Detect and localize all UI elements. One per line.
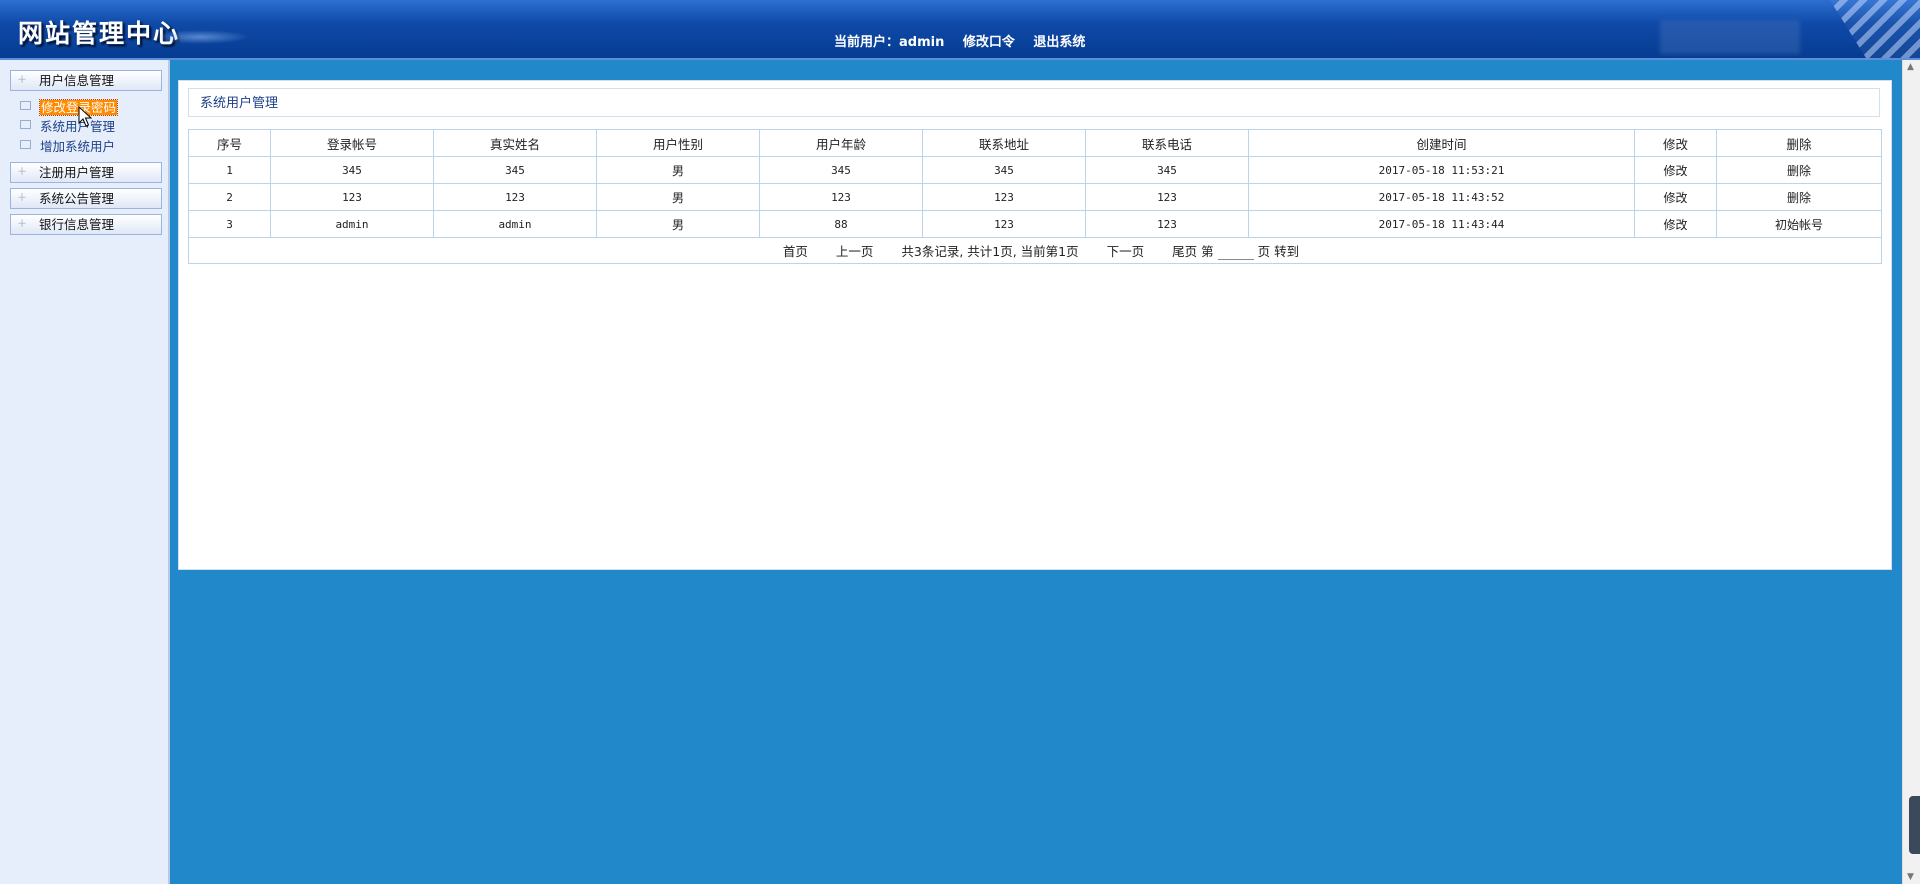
menu-group-label: 用户信息管理 (39, 73, 115, 88)
column-header: 用户性别 (596, 129, 760, 157)
sidebar-item-label: 增加系统用户 (40, 139, 116, 154)
column-header: 修改 (1634, 129, 1717, 157)
table-row: 1 345 345 男 345 345 345 2017-05-18 11:53… (188, 156, 1882, 184)
cell-phone: 345 (1085, 156, 1249, 184)
cell-phone: 123 (1085, 210, 1249, 238)
mouse-cursor-icon (78, 106, 92, 127)
scroll-down-arrow-icon[interactable]: ▼ (1907, 872, 1914, 882)
cell-no: 1 (188, 156, 271, 184)
pager: 首页 上一页 共3条记录, 共计1页, 当前第1页 下一页 尾页 第 页 转到 (188, 237, 1882, 264)
logo-swoosh (150, 30, 250, 44)
sidebar: ＋ 用户信息管理 修改登录密码 系统用户管理 增加系统用户 ＋ 注册用户管理 ＋… (0, 60, 170, 884)
pager-next-link[interactable]: 下一页 (1107, 244, 1145, 259)
cell-age: 88 (759, 210, 923, 238)
tree-node-icon (20, 120, 31, 129)
cell-created: 2017-05-18 11:53:21 (1248, 156, 1635, 184)
cell-name: admin (433, 210, 597, 238)
menu-group-registered-users[interactable]: ＋ 注册用户管理 (10, 162, 162, 183)
column-header: 真实姓名 (433, 129, 597, 157)
pager-first-link[interactable]: 首页 (783, 244, 808, 259)
expand-plus-icon: ＋ (17, 167, 27, 178)
cell-name: 123 (433, 183, 597, 211)
cell-name: 345 (433, 156, 597, 184)
menu-group-bank-info[interactable]: ＋ 银行信息管理 (10, 214, 162, 235)
cell-address: 345 (922, 156, 1086, 184)
table-header-row: 序号 登录帐号 真实姓名 用户性别 用户年龄 联系地址 联系电话 创建时间 修改… (188, 129, 1882, 157)
cell-edit: 修改 (1634, 183, 1717, 211)
sidebar-item-system-users[interactable]: 系统用户管理 (20, 119, 115, 135)
menu-group-label: 注册用户管理 (39, 165, 115, 180)
goto-link[interactable]: 转到 (1274, 244, 1299, 259)
cell-created: 2017-05-18 11:43:44 (1248, 210, 1635, 238)
side-floating-widget[interactable] (1909, 796, 1920, 854)
column-header: 用户年龄 (759, 129, 923, 157)
menu-group-label: 系统公告管理 (39, 191, 115, 206)
column-header: 删除 (1716, 129, 1882, 157)
cell-action: 删除 (1716, 156, 1882, 184)
scroll-up-arrow-icon[interactable]: ▲ (1907, 62, 1914, 72)
menu-group-label: 银行信息管理 (39, 217, 115, 232)
pager-summary: 共3条记录, 共计1页, 当前第1页 (901, 244, 1079, 259)
table-row: 3 admin admin 男 88 123 123 2017-05-18 11… (188, 210, 1882, 238)
cell-phone: 123 (1085, 183, 1249, 211)
change-password-link[interactable]: 修改口令 (963, 35, 1015, 50)
cell-no: 3 (188, 210, 271, 238)
column-header: 登录帐号 (270, 129, 434, 157)
cell-action: 删除 (1716, 183, 1882, 211)
page-prefix-label: 第 (1201, 244, 1214, 259)
current-user-label: 当前用户：admin (834, 35, 945, 50)
top-nav: 当前用户：admin 修改口令 退出系统 (834, 31, 1099, 50)
edit-link[interactable]: 修改 (1663, 218, 1687, 232)
logout-link[interactable]: 退出系统 (1033, 35, 1085, 50)
column-header: 联系电话 (1085, 129, 1249, 157)
expand-plus-icon: ＋ (17, 219, 27, 230)
column-header: 创建时间 (1248, 129, 1635, 157)
cell-gender: 男 (596, 210, 760, 238)
page-title: 系统用户管理 (188, 88, 1880, 117)
menu-group-announcements[interactable]: ＋ 系统公告管理 (10, 188, 162, 209)
column-header: 序号 (188, 129, 271, 157)
cell-account: admin (270, 210, 434, 238)
sidebar-item-change-password[interactable]: 修改登录密码 (20, 99, 119, 116)
delete-link[interactable]: 删除 (1787, 191, 1811, 205)
expand-plus-icon: ＋ (17, 193, 27, 204)
cell-account: 123 (270, 183, 434, 211)
header-decoration-haze (1660, 20, 1800, 54)
vertical-scrollbar[interactable]: ▲ ▼ (1902, 60, 1920, 884)
cell-account: 345 (270, 156, 434, 184)
users-table: 序号 登录帐号 真实姓名 用户性别 用户年龄 联系地址 联系电话 创建时间 修改… (188, 129, 1882, 264)
cell-gender: 男 (596, 156, 760, 184)
menu-group-user-info[interactable]: ＋ 用户信息管理 (10, 70, 162, 91)
edit-link[interactable]: 修改 (1663, 164, 1687, 178)
header-corner-art (1830, 0, 1920, 58)
cell-gender: 男 (596, 183, 760, 211)
pager-last-link[interactable]: 尾页 (1172, 244, 1197, 259)
cell-address: 123 (922, 183, 1086, 211)
page-suffix-label: 页 (1257, 244, 1271, 259)
cell-edit: 修改 (1634, 210, 1717, 238)
cell-age: 345 (759, 156, 923, 184)
cell-no: 2 (188, 183, 271, 211)
cell-age: 123 (759, 183, 923, 211)
tree-node-icon (20, 140, 31, 149)
edit-link[interactable]: 修改 (1663, 191, 1687, 205)
column-header: 联系地址 (922, 129, 1086, 157)
expand-plus-icon: ＋ (17, 75, 27, 86)
cell-action: 初始帐号 (1716, 210, 1882, 238)
table-row: 2 123 123 男 123 123 123 2017-05-18 11:43… (188, 183, 1882, 211)
cell-created: 2017-05-18 11:43:52 (1248, 183, 1635, 211)
cell-address: 123 (922, 210, 1086, 238)
tree-node-icon (20, 101, 31, 110)
pager-prev-link[interactable]: 上一页 (836, 244, 874, 259)
delete-link[interactable]: 删除 (1787, 164, 1811, 178)
pager-row: 首页 上一页 共3条记录, 共计1页, 当前第1页 下一页 尾页 第 页 转到 (188, 237, 1882, 264)
cell-edit: 修改 (1634, 156, 1717, 184)
page-number-input[interactable] (1217, 245, 1254, 260)
sidebar-item-add-user[interactable]: 增加系统用户 (20, 139, 115, 155)
header-bar: 网站管理中心 当前用户：admin 修改口令 退出系统 (0, 0, 1920, 60)
